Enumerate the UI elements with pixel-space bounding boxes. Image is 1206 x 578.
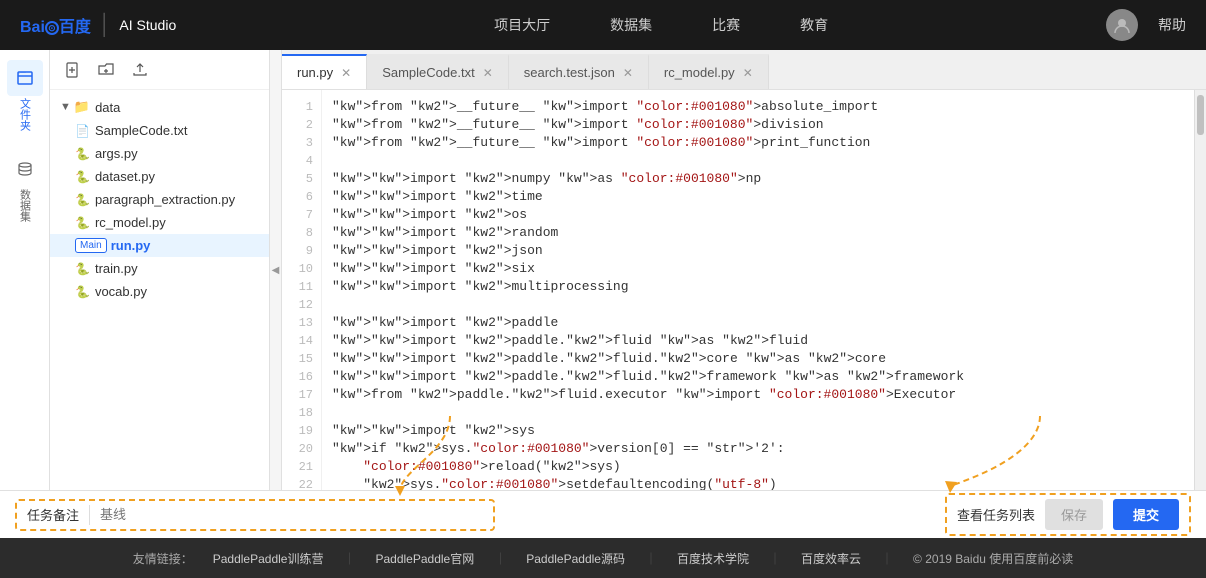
tab-samplecode[interactable]: SampleCode.txt ✕	[367, 54, 509, 89]
file-icon: 🐍	[75, 193, 90, 207]
footer-separator: ｜	[881, 550, 893, 567]
footer-separator: ｜	[769, 550, 781, 567]
task-note-label: 任务备注	[27, 505, 79, 524]
scrollbar-vertical[interactable]	[1194, 90, 1206, 490]
file-panel: ▼ 📁 data 📄 SampleCode.txt 🐍 args.py 🐍 da…	[50, 50, 270, 490]
file-item-args[interactable]: 🐍 args.py	[50, 142, 269, 165]
tab-label: rc_model.py	[664, 65, 735, 80]
file-name: args.py	[95, 146, 138, 161]
file-item-vocab[interactable]: 🐍 vocab.py	[50, 280, 269, 303]
folder-caret-icon: ▼	[60, 101, 71, 113]
file-item-run[interactable]: Main run.py	[50, 234, 269, 257]
nav-item-projects[interactable]: 项目大厅	[494, 15, 550, 35]
sidebar-icons: 文件夹 数据集	[0, 50, 50, 490]
footer: 友情链接： PaddlePaddle训练营 ｜ PaddlePaddle官网 ｜…	[0, 538, 1206, 578]
tab-label: run.py	[297, 65, 333, 80]
logo-separator: │	[99, 14, 112, 37]
task-separator	[89, 505, 90, 525]
file-icon: 🐍	[75, 216, 90, 230]
logo: Bai⊙百度 │ AI Studio	[20, 13, 176, 37]
main-badge: Main	[75, 238, 107, 253]
file-panel-toolbar	[50, 50, 269, 90]
studio-label: AI Studio	[119, 17, 176, 33]
code-content[interactable]: "kw">from "kw2">__future__ "kw">import "…	[322, 90, 1194, 490]
new-folder-button[interactable]	[94, 58, 118, 82]
upload-button[interactable]	[128, 58, 152, 82]
file-icon: 🐍	[75, 170, 90, 184]
file-item-rcmodel[interactable]: 🐍 rc_model.py	[50, 211, 269, 234]
baseline-input[interactable]	[100, 507, 483, 522]
footer-link-paddlesrc[interactable]: PaddlePaddle源码	[526, 550, 625, 567]
tab-close-icon[interactable]: ✕	[483, 66, 493, 80]
footer-link-baidutechacademy[interactable]: 百度技术学院	[677, 550, 749, 567]
tab-label: search.test.json	[524, 65, 615, 80]
file-icon: 🐍	[75, 147, 90, 161]
file-name: train.py	[95, 261, 138, 276]
file-item-paragraph[interactable]: 🐍 paragraph_extraction.py	[50, 188, 269, 211]
save-button[interactable]: 保存	[1045, 499, 1103, 530]
header: Bai⊙百度 │ AI Studio 项目大厅 数据集 比赛 教育 帮助	[0, 0, 1206, 50]
tab-close-icon[interactable]: ✕	[743, 66, 753, 80]
view-tasks-button[interactable]: 查看任务列表	[957, 505, 1035, 524]
tab-rc-model[interactable]: rc_model.py ✕	[649, 54, 769, 89]
submit-button[interactable]: 提交	[1113, 499, 1179, 530]
tab-label: SampleCode.txt	[382, 65, 475, 80]
bottom-bar: 任务备注 查看任务列表 保存 提交	[0, 490, 1206, 538]
sidebar-files-label: 文件夹	[17, 98, 33, 131]
sidebar-files-button[interactable]	[7, 60, 43, 96]
folder-data[interactable]: ▼ 📁 data	[50, 95, 269, 119]
folder-icon: 📁	[74, 99, 90, 115]
file-item-train[interactable]: 🐍 train.py	[50, 257, 269, 280]
file-name: vocab.py	[95, 284, 147, 299]
sidebar-section-files: 文件夹	[7, 60, 43, 131]
sidebar-section-datasets: 数据集	[7, 151, 43, 222]
line-numbers: 123456789101112131415161718192021222324	[282, 90, 322, 490]
footer-link-paddleweb[interactable]: PaddlePaddle官网	[375, 550, 474, 567]
nav-item-competition[interactable]: 比赛	[712, 15, 740, 35]
baidu-logo-icon: Bai⊙百度	[20, 13, 91, 37]
file-name: SampleCode.txt	[95, 123, 188, 138]
file-item-samplecode[interactable]: 📄 SampleCode.txt	[50, 119, 269, 142]
file-icon: 🐍	[75, 262, 90, 276]
footer-prefix: 友情链接：	[133, 550, 193, 567]
footer-separator: ｜	[343, 550, 355, 567]
file-name: dataset.py	[95, 169, 155, 184]
footer-link-baiduyun[interactable]: 百度效率云	[801, 550, 861, 567]
tab-close-icon[interactable]: ✕	[623, 66, 633, 80]
footer-link-paddlecamp[interactable]: PaddlePaddle训练营	[213, 550, 324, 567]
nav-item-datasets[interactable]: 数据集	[610, 15, 652, 35]
right-actions: 查看任务列表 保存 提交	[945, 493, 1191, 536]
tab-run-py[interactable]: run.py ✕	[282, 54, 367, 89]
sidebar-datasets-button[interactable]	[7, 151, 43, 187]
footer-separator: ｜	[494, 550, 506, 567]
code-editor: 123456789101112131415161718192021222324 …	[282, 90, 1206, 490]
main-container: 文件夹 数据集	[0, 50, 1206, 490]
footer-separator: ｜	[645, 550, 657, 567]
file-item-dataset[interactable]: 🐍 dataset.py	[50, 165, 269, 188]
footer-copyright: © 2019 Baidu 使用百度前必读	[913, 550, 1073, 567]
sidebar-datasets-label: 数据集	[17, 189, 33, 222]
tab-close-icon[interactable]: ✕	[341, 66, 351, 80]
help-link[interactable]: 帮助	[1158, 15, 1186, 35]
file-icon: 🐍	[75, 285, 90, 299]
panel-collapse-handle[interactable]: ◀	[270, 50, 282, 490]
file-name: rc_model.py	[95, 215, 166, 230]
editor-area: run.py ✕ SampleCode.txt ✕ search.test.js…	[282, 50, 1206, 490]
header-right: 帮助	[1106, 9, 1186, 41]
folder-label: data	[95, 100, 120, 115]
editor-tabs: run.py ✕ SampleCode.txt ✕ search.test.js…	[282, 50, 1206, 90]
new-file-button[interactable]	[60, 58, 84, 82]
file-tree: ▼ 📁 data 📄 SampleCode.txt 🐍 args.py 🐍 da…	[50, 90, 269, 490]
main-nav: 项目大厅 数据集 比赛 教育	[216, 15, 1106, 35]
file-name: paragraph_extraction.py	[95, 192, 235, 207]
file-name-active: run.py	[111, 238, 151, 253]
tab-search-test[interactable]: search.test.json ✕	[509, 54, 649, 89]
nav-item-education[interactable]: 教育	[800, 15, 828, 35]
avatar[interactable]	[1106, 9, 1138, 41]
task-note-area: 任务备注	[15, 499, 495, 531]
file-icon: 📄	[75, 124, 90, 138]
